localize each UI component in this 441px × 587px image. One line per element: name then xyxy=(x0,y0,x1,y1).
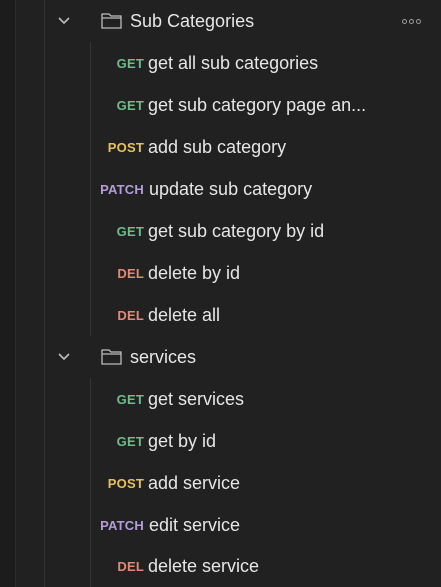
folder-name: services xyxy=(130,346,197,367)
request-name: get sub category page an... xyxy=(148,94,367,115)
request-item[interactable]: DEL delete all xyxy=(0,294,441,336)
request-name: get sub category by id xyxy=(148,220,325,241)
request-item[interactable]: GET get sub category by id xyxy=(0,210,441,252)
request-name: delete all xyxy=(148,304,221,325)
method-badge: DEL xyxy=(117,307,144,323)
method-badge: GET xyxy=(116,433,144,449)
request-item[interactable]: GET get sub category page an... xyxy=(0,84,441,126)
method-badge: POST xyxy=(107,475,144,491)
folder-icon xyxy=(100,347,124,367)
request-item[interactable]: PATCH update sub category xyxy=(0,168,441,210)
request-name: get services xyxy=(148,388,245,409)
request-name: update sub category xyxy=(149,178,313,199)
method-badge: GET xyxy=(116,55,144,71)
request-name: add service xyxy=(148,472,241,493)
request-name: add sub category xyxy=(148,136,287,157)
folder-name: Sub Categories xyxy=(130,10,255,31)
request-item[interactable]: GET get services xyxy=(0,378,441,420)
method-badge: PATCH xyxy=(100,181,144,197)
request-name: delete service xyxy=(148,555,260,576)
folder-row-sub-categories[interactable]: Sub Categories xyxy=(0,0,441,42)
request-name: delete by id xyxy=(148,262,241,283)
request-item[interactable]: GET get by id xyxy=(0,420,441,462)
method-badge: DEL xyxy=(117,558,144,574)
request-item[interactable]: DEL delete by id xyxy=(0,252,441,294)
request-item[interactable]: PATCH edit service xyxy=(0,504,441,546)
chevron-down-icon[interactable] xyxy=(56,13,72,29)
folder-row-services[interactable]: services xyxy=(0,336,441,378)
method-badge: PATCH xyxy=(100,517,144,533)
collection-tree-panel: Sub Categories GET get all sub categorie… xyxy=(0,0,441,587)
method-badge: GET xyxy=(116,391,144,407)
chevron-down-icon[interactable] xyxy=(56,349,72,365)
request-item[interactable]: GET get all sub categories xyxy=(0,42,441,84)
method-badge: POST xyxy=(107,139,144,155)
method-badge: DEL xyxy=(117,265,144,281)
method-badge: GET xyxy=(116,97,144,113)
request-name: get all sub categories xyxy=(148,52,319,73)
more-options-icon[interactable] xyxy=(402,18,421,24)
request-name: get by id xyxy=(148,430,217,451)
request-name: edit service xyxy=(149,514,241,535)
request-item[interactable]: POST add sub category xyxy=(0,126,441,168)
request-item[interactable]: POST add service xyxy=(0,462,441,504)
request-item[interactable]: DEL delete service xyxy=(0,545,441,587)
method-badge: GET xyxy=(116,223,144,239)
folder-icon xyxy=(100,11,124,31)
